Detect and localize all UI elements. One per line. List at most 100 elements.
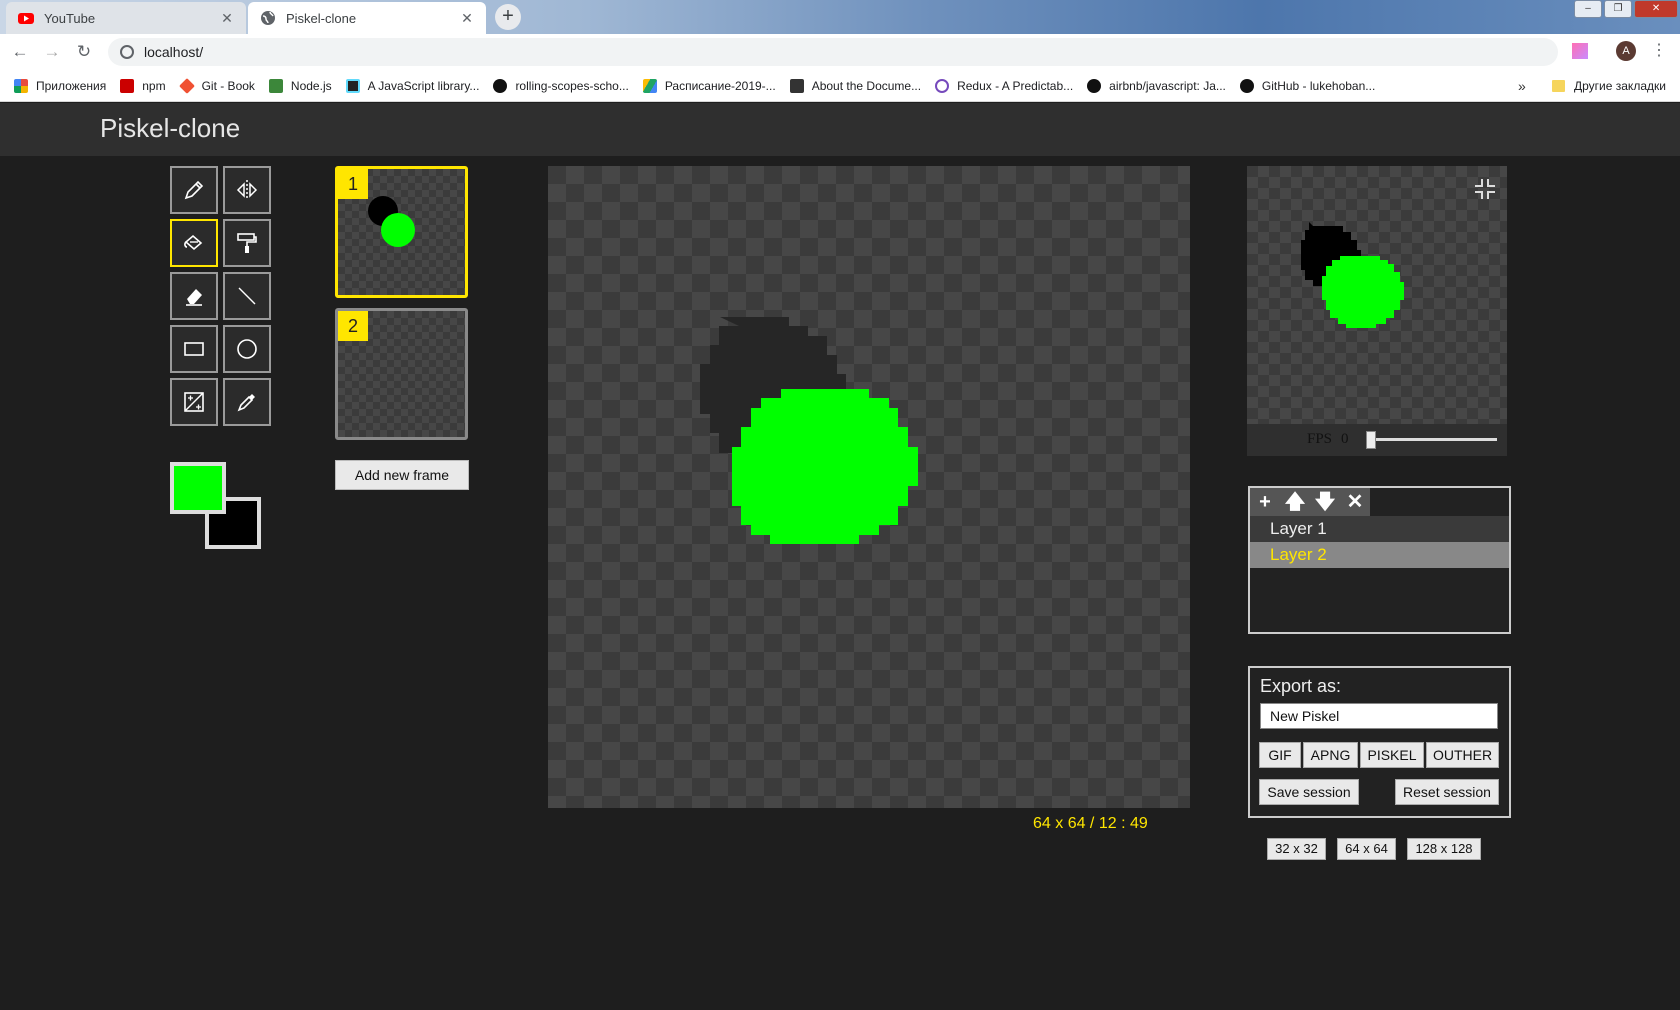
add-layer-icon[interactable]: + bbox=[1250, 488, 1280, 516]
mirror-icon bbox=[236, 180, 258, 200]
pencil-tool[interactable] bbox=[170, 166, 218, 214]
tab-piskel-clone[interactable]: Piskel-clone ✕ bbox=[248, 2, 486, 34]
drawing-canvas[interactable] bbox=[548, 166, 1190, 808]
restore-icon[interactable]: ❐ bbox=[1604, 0, 1633, 18]
bookmark-react[interactable]: A JavaScript library... bbox=[345, 78, 479, 93]
save-session-button[interactable]: Save session bbox=[1259, 779, 1359, 805]
window-close-icon[interactable]: ✕ bbox=[1634, 0, 1678, 18]
delete-layer-icon[interactable]: ✕ bbox=[1340, 488, 1370, 516]
new-tab-button[interactable]: + bbox=[495, 4, 521, 30]
bookmark-airbnb[interactable]: airbnb/javascript: Ja... bbox=[1087, 78, 1226, 93]
export-filename-input[interactable] bbox=[1260, 703, 1498, 729]
lighten-tool[interactable] bbox=[170, 378, 218, 426]
window-controls: – ❐ ✕ bbox=[1574, 0, 1678, 20]
collapse-preview-icon[interactable] bbox=[1474, 178, 1496, 200]
layer-item-selected[interactable]: Layer 2 bbox=[1250, 542, 1509, 568]
reset-session-button[interactable]: Reset session bbox=[1395, 779, 1499, 805]
size-64-button[interactable]: 64 x 64 bbox=[1337, 838, 1396, 860]
circle-icon bbox=[237, 339, 257, 359]
avatar[interactable]: A bbox=[1616, 41, 1636, 61]
size-32-button[interactable]: 32 x 32 bbox=[1267, 838, 1326, 860]
bookmark-npm[interactable]: npm bbox=[120, 78, 166, 93]
redux-icon bbox=[935, 78, 950, 93]
size-128-button[interactable]: 128 x 128 bbox=[1407, 838, 1481, 860]
fps-value: 0 bbox=[1341, 431, 1349, 447]
fps-slider-handle[interactable] bbox=[1366, 431, 1376, 449]
url-text: localhost/ bbox=[144, 44, 204, 60]
github-icon bbox=[1087, 78, 1102, 93]
paint-roller-tool[interactable] bbox=[223, 219, 271, 267]
github-icon bbox=[1239, 78, 1254, 93]
frame-number: 1 bbox=[338, 169, 368, 199]
eraser-icon bbox=[186, 289, 202, 306]
globe-icon bbox=[120, 45, 134, 59]
fps-slider-track[interactable] bbox=[1370, 438, 1497, 441]
paint-bucket-icon bbox=[184, 234, 203, 251]
address-bar-row: ← → ↻ localhost/ A ⋮ bbox=[0, 34, 1680, 70]
back-arrow-icon[interactable]: ← bbox=[10, 42, 30, 62]
minimize-icon[interactable]: – bbox=[1574, 0, 1603, 18]
frame-thumbnail[interactable]: 1 bbox=[335, 166, 468, 298]
bookmark-github-lukehoban[interactable]: GitHub - lukehoban... bbox=[1239, 78, 1375, 93]
app-header bbox=[0, 103, 1680, 156]
tab-title: YouTube bbox=[44, 10, 96, 26]
stroke-tool[interactable] bbox=[223, 272, 271, 320]
folder-icon bbox=[1552, 80, 1565, 92]
canvas-coordinates: 64 x 64 / 12 : 49 bbox=[1033, 815, 1148, 832]
apps-grid-icon bbox=[14, 78, 28, 93]
primary-color-swatch[interactable] bbox=[170, 462, 226, 514]
export-apng-button[interactable]: APNG bbox=[1303, 742, 1358, 768]
line-icon bbox=[238, 287, 256, 305]
github-icon bbox=[493, 78, 508, 93]
paint-roller-icon bbox=[237, 233, 257, 253]
extension-icon[interactable] bbox=[1572, 43, 1588, 59]
eraser-tool[interactable] bbox=[170, 272, 218, 320]
frame-number: 2 bbox=[338, 311, 368, 341]
close-tab-icon[interactable]: ✕ bbox=[458, 10, 476, 27]
tab-title: Piskel-clone bbox=[286, 10, 357, 26]
page-title: Piskel-clone bbox=[100, 113, 241, 143]
bookmark-git-book[interactable]: Git - Book bbox=[178, 77, 255, 94]
npm-icon bbox=[120, 78, 135, 93]
preview-drawing bbox=[1301, 222, 1404, 328]
move-layer-down-icon[interactable]: 🡇 bbox=[1310, 488, 1340, 516]
rectangle-icon bbox=[184, 342, 204, 356]
url-field[interactable]: localhost/ bbox=[108, 38, 1558, 66]
add-frame-button[interactable]: Add new frame bbox=[335, 460, 469, 490]
forward-arrow-icon[interactable]: → bbox=[42, 42, 62, 62]
mirror-pen-tool[interactable] bbox=[223, 166, 271, 214]
move-layer-up-icon[interactable]: 🡅 bbox=[1280, 488, 1310, 516]
paint-bucket-tool[interactable] bbox=[170, 219, 218, 267]
frame-thumbnail[interactable]: 2 bbox=[335, 308, 468, 440]
bookmark-schedule[interactable]: Расписание-2019-... bbox=[642, 78, 776, 93]
export-other-button[interactable]: OUTHER bbox=[1426, 742, 1499, 768]
export-piskel-button[interactable]: PISKEL bbox=[1360, 742, 1424, 768]
export-title: Export as: bbox=[1260, 676, 1342, 696]
bookmark-apps[interactable]: Приложения bbox=[14, 78, 106, 93]
canvas-drawing bbox=[700, 317, 918, 544]
eyedropper-icon bbox=[237, 394, 255, 412]
git-icon bbox=[178, 77, 195, 94]
close-tab-icon[interactable]: ✕ bbox=[218, 10, 236, 27]
tab-youtube[interactable]: YouTube ✕ bbox=[6, 2, 246, 34]
youtube-icon bbox=[18, 13, 34, 24]
reload-icon[interactable]: ↻ bbox=[74, 42, 94, 62]
bookmarks-bar: Приложения npm Git - Book Node.js A Java… bbox=[0, 70, 1680, 102]
more-bookmarks-icon[interactable]: » bbox=[1518, 78, 1526, 94]
bookmark-redux[interactable]: Redux - A Predictab... bbox=[935, 78, 1073, 93]
globe-icon bbox=[261, 11, 275, 25]
color-picker-tool[interactable] bbox=[223, 378, 271, 426]
bookmark-rolling-scopes[interactable]: rolling-scopes-scho... bbox=[493, 78, 629, 93]
nodejs-icon bbox=[268, 78, 283, 93]
layer-item[interactable]: Layer 1 bbox=[1250, 516, 1509, 542]
menu-dots-icon[interactable]: ⋮ bbox=[1651, 40, 1667, 62]
react-icon bbox=[345, 78, 360, 93]
bookmark-nodejs[interactable]: Node.js bbox=[268, 78, 332, 93]
export-gif-button[interactable]: GIF bbox=[1259, 742, 1301, 768]
bookmark-about-document[interactable]: About the Docume... bbox=[789, 78, 921, 93]
other-bookmarks[interactable]: Другие закладки bbox=[1552, 70, 1666, 102]
layer-toolbar: + 🡅 🡇 ✕ bbox=[1250, 488, 1370, 516]
circle-tool[interactable] bbox=[223, 325, 271, 373]
google-drive-icon bbox=[642, 78, 657, 93]
rectangle-tool[interactable] bbox=[170, 325, 218, 373]
